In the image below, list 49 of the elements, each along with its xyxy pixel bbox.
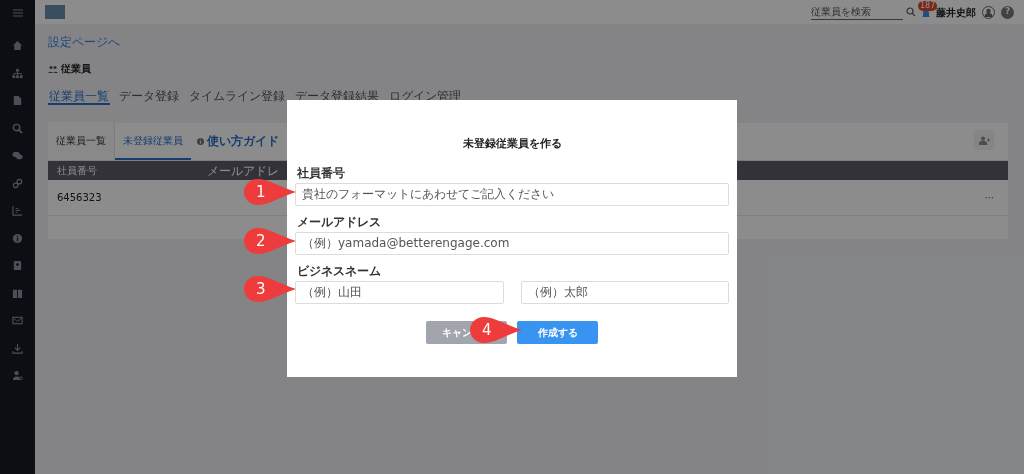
step-marker: 1 — [244, 178, 296, 206]
back-link[interactable]: 設定ページへ — [48, 35, 120, 49]
guide-link[interactable]: 使い方ガイド — [207, 132, 279, 150]
search-icon[interactable] — [12, 122, 23, 134]
info-icon — [197, 137, 204, 145]
menu-icon[interactable] — [12, 9, 23, 17]
help-button[interactable]: ? — [1001, 5, 1014, 19]
hierarchy-icon[interactable] — [12, 67, 23, 79]
chart-icon[interactable] — [12, 205, 23, 217]
bell-icon[interactable] — [921, 8, 931, 19]
input-field[interactable]: （例）山田 — [295, 280, 504, 304]
tab[interactable]: 従業員一覧 — [48, 87, 110, 105]
document-icon[interactable] — [12, 95, 23, 107]
step-marker: 2 — [244, 227, 296, 255]
download-icon[interactable] — [12, 342, 23, 354]
field-label: メールアドレス — [297, 215, 381, 229]
book-icon[interactable] — [12, 287, 23, 299]
tab[interactable]: データ登録 — [118, 87, 180, 105]
column-header: 社員番号 — [57, 164, 98, 178]
search-icon[interactable] — [906, 7, 916, 17]
input-field[interactable]: （例）太郎 — [520, 280, 729, 304]
user-name[interactable]: 藤井史郎 — [936, 4, 976, 20]
add-user-icon — [978, 135, 990, 145]
step-marker: 3 — [244, 275, 296, 303]
input-field[interactable]: 貴社のフォーマットにあわせてご記入ください — [295, 182, 729, 206]
link-icon[interactable] — [12, 177, 23, 189]
add-user-button[interactable] — [974, 130, 994, 150]
table-cell-text: 6456323 — [57, 191, 102, 205]
people-icon — [48, 65, 58, 73]
tab[interactable]: タイムライン登録 — [188, 87, 286, 105]
field-label: ビジネスネーム — [297, 264, 381, 278]
search-field[interactable]: 従業員を検索 — [811, 4, 903, 20]
page-title: 従業員 — [61, 63, 91, 75]
mail-icon[interactable] — [12, 315, 23, 327]
info-icon[interactable] — [12, 232, 23, 244]
create-button[interactable]: 作成する — [517, 320, 598, 344]
avatar-icon[interactable] — [982, 5, 995, 19]
step-marker: 4 — [470, 316, 522, 344]
field-label: 社員番号 — [297, 166, 345, 180]
logo-photo-placeholder — [45, 5, 65, 19]
notification-badge: 187 — [918, 1, 938, 11]
modal-title: 未登録従業員を作る — [461, 136, 563, 152]
column-header: メールアドレ — [207, 162, 279, 180]
more-button[interactable]: ··· — [984, 190, 994, 205]
input-field[interactable]: （例）yamada@betterengage.com — [295, 231, 729, 255]
contact-card-icon[interactable] — [12, 260, 23, 272]
user-gear-icon[interactable] — [12, 370, 23, 382]
home-icon[interactable] — [12, 40, 23, 52]
chat-icon[interactable] — [12, 150, 23, 162]
